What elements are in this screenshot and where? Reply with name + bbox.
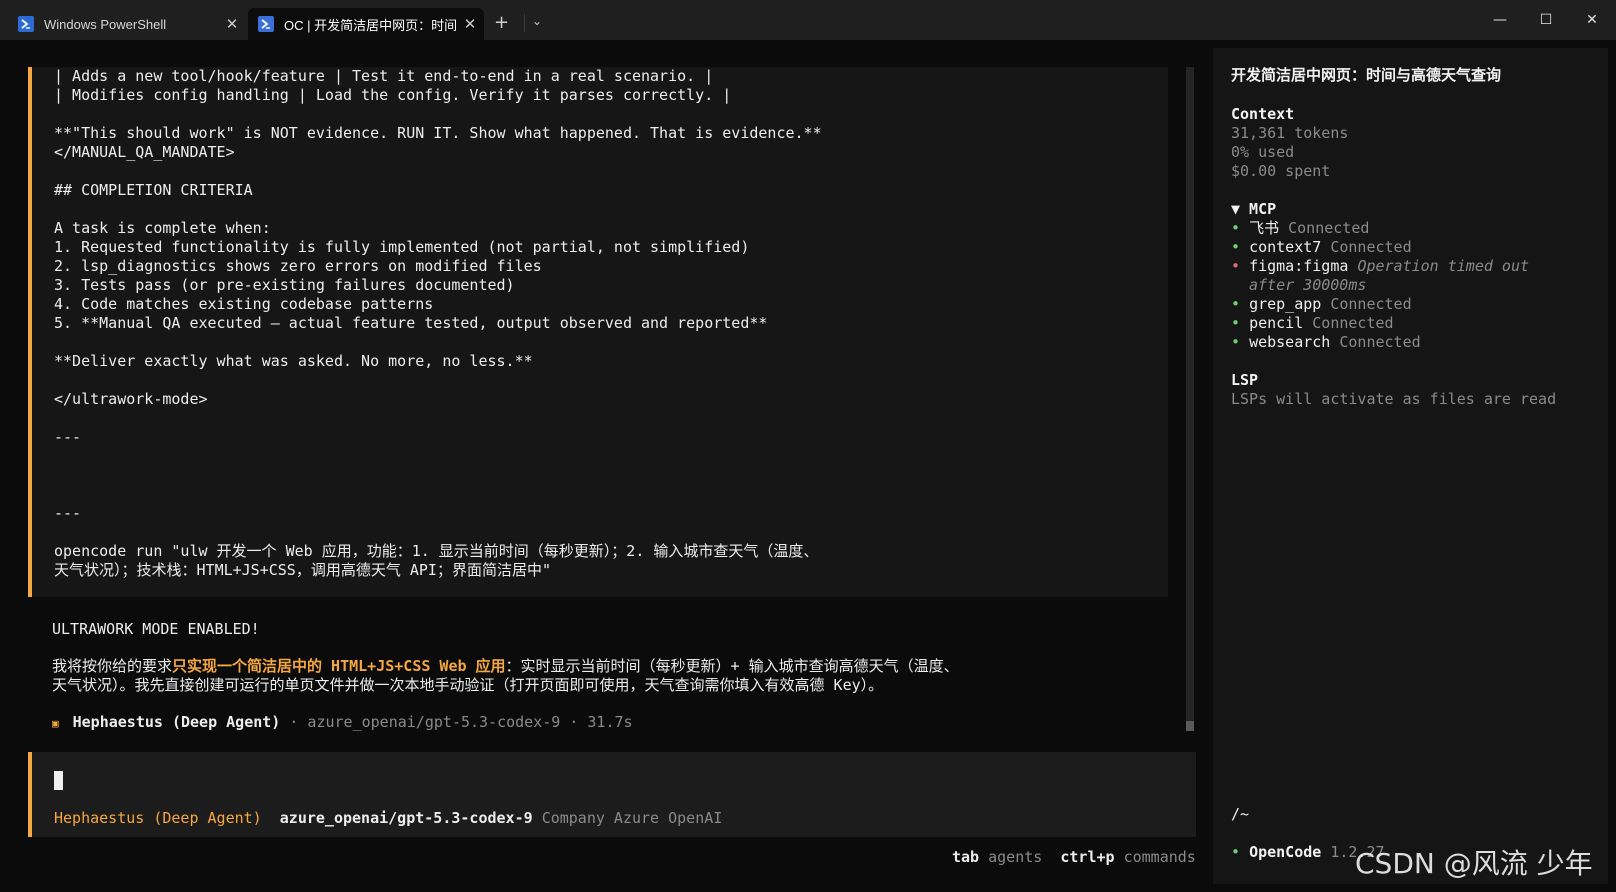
status-dot-icon: • xyxy=(1231,295,1250,313)
status-dot-icon: • xyxy=(1231,314,1250,332)
mcp-name: websearch xyxy=(1249,333,1331,351)
transcript-line: | Modifies config handling | Load the co… xyxy=(54,86,732,104)
response-line-2: 天气状况）。我先直接创建可运行的单页文件并做一次本地手动验证（打开页面即可使用，… xyxy=(52,676,884,694)
close-tab-icon[interactable]: ✕ xyxy=(218,15,246,33)
response-line-1: 我将按你给的要求只实现一个简洁居中的 HTML+JS+CSS Web 应用：实时… xyxy=(52,657,959,676)
transcript-line: 5. **Manual QA executed — actual feature… xyxy=(54,314,768,332)
scrollbar-track[interactable] xyxy=(1186,67,1194,727)
mcp-item: • pencil Connected xyxy=(1231,314,1394,333)
hint-key: tab xyxy=(952,848,980,866)
transcript-line: </ultrawork-mode> xyxy=(54,390,208,408)
context-used: 0% used xyxy=(1231,143,1295,161)
powershell-icon xyxy=(18,16,34,32)
hint-label: agents xyxy=(988,848,1043,866)
new-tab-button[interactable]: + xyxy=(494,12,509,33)
prompt-input[interactable]: Hephaestus (Deep Agent) azure_openai/gpt… xyxy=(28,752,1196,837)
mcp-status-cont: after 30000ms xyxy=(1249,276,1367,294)
powershell-icon xyxy=(258,16,274,32)
agent-meta: · azure_openai/gpt-5.3-codex-9 · 31.7s xyxy=(280,713,633,731)
agent-icon: ▣ xyxy=(52,717,59,730)
transcript-line: --- xyxy=(54,428,82,446)
model-provider: Company Azure OpenAI xyxy=(541,809,723,827)
transcript-line: 2. lsp_diagnostics shows zero errors on … xyxy=(54,257,542,275)
tab-windows-powershell[interactable]: Windows PowerShell ✕ xyxy=(6,8,246,40)
mcp-item: • context7 Connected xyxy=(1231,238,1412,257)
tab-divider xyxy=(524,14,525,32)
mcp-status: Connected xyxy=(1339,333,1421,351)
transcript-line: --- xyxy=(54,504,82,522)
error-dot-icon: • xyxy=(1231,257,1250,275)
minimize-button[interactable]: — xyxy=(1477,0,1523,40)
tab-opencode[interactable]: OC | 开发简洁居中网页：时间 ✕ xyxy=(248,8,484,40)
mcp-item: • websearch Connected xyxy=(1231,333,1421,352)
status-dot-icon: • xyxy=(1231,219,1250,237)
status-dot-icon: • xyxy=(1231,333,1250,351)
transcript-line: **Deliver exactly what was asked. No mor… xyxy=(54,352,533,370)
tab-dropdown-icon[interactable]: ⌄ xyxy=(532,14,542,28)
response-highlight: 只实现一个简洁居中的 HTML+JS+CSS Web 应用 xyxy=(172,657,506,675)
lsp-text: LSPs will activate as files are read xyxy=(1231,390,1557,408)
scrollbar-thumb[interactable] xyxy=(1186,721,1194,731)
mcp-name: grep_app xyxy=(1249,295,1322,313)
mcp-status: Connected xyxy=(1288,219,1370,237)
session-sidebar: 开发简洁居中网页：时间与高德天气查询 Context 31,361 tokens… xyxy=(1213,48,1608,884)
app-name: OpenCode xyxy=(1249,843,1322,861)
mcp-status: Connected xyxy=(1330,295,1412,313)
mode-banner: ULTRAWORK MODE ENABLED! xyxy=(52,620,260,638)
mcp-status: Operation timed out xyxy=(1357,257,1530,275)
transcript-line: 天气状况）；技术栈：HTML+JS+CSS，调用高德天气 API；界面简洁居中" xyxy=(54,561,551,579)
mcp-item: • 飞书 Connected xyxy=(1231,219,1369,238)
tab-title: OC | 开发简洁居中网页：时间 xyxy=(284,17,456,33)
status-dot-icon: • xyxy=(1231,843,1250,861)
agent-status-row: ▣ Hephaestus (Deep Agent) · azure_openai/… xyxy=(52,713,633,731)
close-window-button[interactable]: ✕ xyxy=(1569,0,1615,40)
close-tab-icon[interactable]: ✕ xyxy=(456,15,484,33)
hint-label: commands xyxy=(1123,848,1196,866)
context-spent: $0.00 spent xyxy=(1231,162,1331,180)
transcript-line: | Adds a new tool/hook/feature | Test it… xyxy=(54,67,714,85)
context-tokens: 31,361 tokens xyxy=(1231,124,1349,142)
transcript-line: ## COMPLETION CRITERIA xyxy=(54,181,253,199)
transcript-line: 3. Tests pass (or pre-existing failures … xyxy=(54,276,515,294)
session-title: 开发简洁居中网页：时间与高德天气查询 xyxy=(1231,66,1502,84)
mcp-item: • figma:figma Operation timed out xyxy=(1231,257,1529,276)
status-dot-icon: • xyxy=(1231,238,1250,256)
mcp-status: Connected xyxy=(1330,238,1412,256)
working-directory: /~ xyxy=(1231,805,1250,823)
agent-name: Hephaestus (Deep Agent) xyxy=(72,713,281,731)
transcript-line: opencode run "ulw 开发一个 Web 应用，功能：1. 显示当前… xyxy=(54,542,819,560)
context-heading: Context xyxy=(1231,105,1295,123)
mcp-name: figma:figma xyxy=(1249,257,1349,275)
watermark: CSDN @风流 少年 xyxy=(1355,847,1593,880)
keyboard-hints: tab agents ctrl+p commands xyxy=(952,848,1196,866)
transcript-line: </MANUAL_QA_MANDATE> xyxy=(54,143,235,161)
maximize-button[interactable]: ☐ xyxy=(1523,0,1569,40)
tab-title: Windows PowerShell xyxy=(44,16,167,32)
response-text: ：实时显示当前时间（每秒更新）+ 输入城市查询高德天气（温度、 xyxy=(505,657,959,675)
transcript-line: A task is complete when: xyxy=(54,219,271,237)
response-text: 我将按你给的要求 xyxy=(52,657,173,675)
mcp-heading[interactable]: ▼ MCP xyxy=(1231,200,1276,219)
hint-key: ctrl+p xyxy=(1060,848,1115,866)
lsp-heading: LSP xyxy=(1231,371,1259,389)
transcript-line: 4. Code matches existing codebase patter… xyxy=(54,295,434,313)
transcript-line: 1. Requested functionality is fully impl… xyxy=(54,238,750,256)
transcript-line: **"This should work" is NOT evidence. RU… xyxy=(54,124,822,142)
text-cursor xyxy=(54,771,63,790)
prompt-transcript: | Adds a new tool/hook/feature | Test it… xyxy=(28,67,1168,597)
selected-agent[interactable]: Hephaestus (Deep Agent) xyxy=(54,809,262,827)
mcp-item: • grep_app Connected xyxy=(1231,295,1412,314)
mcp-name: 飞书 xyxy=(1249,219,1280,237)
title-bar: Windows PowerShell ✕ OC | 开发简洁居中网页：时间 ✕ … xyxy=(0,0,1616,40)
mcp-name: context7 xyxy=(1249,238,1322,256)
mcp-status: Connected xyxy=(1312,314,1394,332)
selected-model[interactable]: azure_openai/gpt-5.3-codex-9 xyxy=(280,809,533,827)
mcp-name: pencil xyxy=(1249,314,1304,332)
input-status-row: Hephaestus (Deep Agent) azure_openai/gpt… xyxy=(54,809,722,827)
